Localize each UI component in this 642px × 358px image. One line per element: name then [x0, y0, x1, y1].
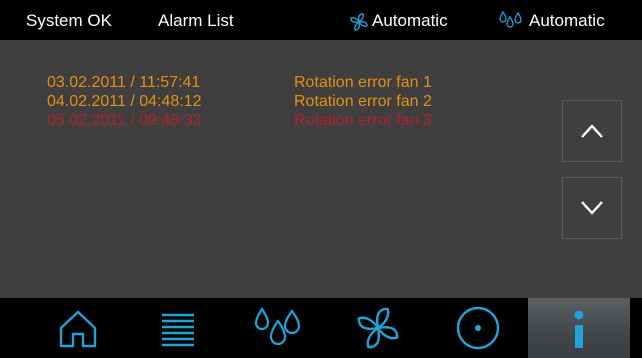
alarm-row[interactable]: 03.02.2011 / 11:57:41 Rotation error fan… — [44, 73, 504, 92]
alarm-list-screen: System OK Alarm List Automatic Automatic… — [0, 0, 642, 358]
alarm-timestamp: 04.02.2011 / 04:48:12 — [47, 93, 202, 110]
nav-home-button[interactable] — [28, 298, 128, 358]
list-icon — [162, 313, 194, 347]
fan-icon — [357, 307, 399, 349]
chevron-up-icon — [581, 124, 603, 138]
alarm-list: 03.02.2011 / 11:57:41 Rotation error fan… — [44, 73, 504, 130]
alarm-row[interactable]: 05.02.2011 / 09:48:33 Rotation error fan… — [44, 111, 504, 130]
home-icon — [59, 310, 97, 348]
scroll-up-button[interactable] — [562, 100, 622, 162]
info-icon — [574, 310, 584, 348]
status-bar: System OK Alarm List Automatic Automatic — [0, 0, 642, 40]
humidity-mode-status[interactable]: Automatic — [529, 11, 605, 31]
nav-list-button[interactable] — [128, 298, 228, 358]
alarm-message: Rotation error fan 3 — [294, 112, 432, 129]
nav-info-button[interactable] — [528, 298, 630, 358]
alarm-timestamp: 03.02.2011 / 11:57:41 — [47, 74, 201, 91]
alarm-timestamp: 05.02.2011 / 09:48:33 — [47, 112, 202, 129]
drops-icon — [498, 10, 524, 31]
navigation-bar — [0, 298, 642, 358]
nav-fan-button[interactable] — [328, 298, 428, 358]
system-status[interactable]: System OK — [26, 11, 112, 31]
page-title: Alarm List — [158, 11, 234, 30]
fan-icon — [349, 12, 369, 32]
nav-setpoint-button[interactable] — [428, 298, 528, 358]
drops-icon — [254, 307, 301, 346]
fan-mode-status[interactable]: Automatic — [372, 11, 448, 31]
alarm-message: Rotation error fan 1 — [294, 74, 432, 91]
alarm-message: Rotation error fan 2 — [294, 93, 432, 110]
nav-humidity-button[interactable] — [228, 298, 328, 358]
circle-dot-icon — [456, 306, 500, 350]
scroll-down-button[interactable] — [562, 177, 622, 239]
chevron-down-icon — [581, 201, 603, 215]
alarm-row[interactable]: 04.02.2011 / 04:48:12 Rotation error fan… — [44, 92, 504, 111]
